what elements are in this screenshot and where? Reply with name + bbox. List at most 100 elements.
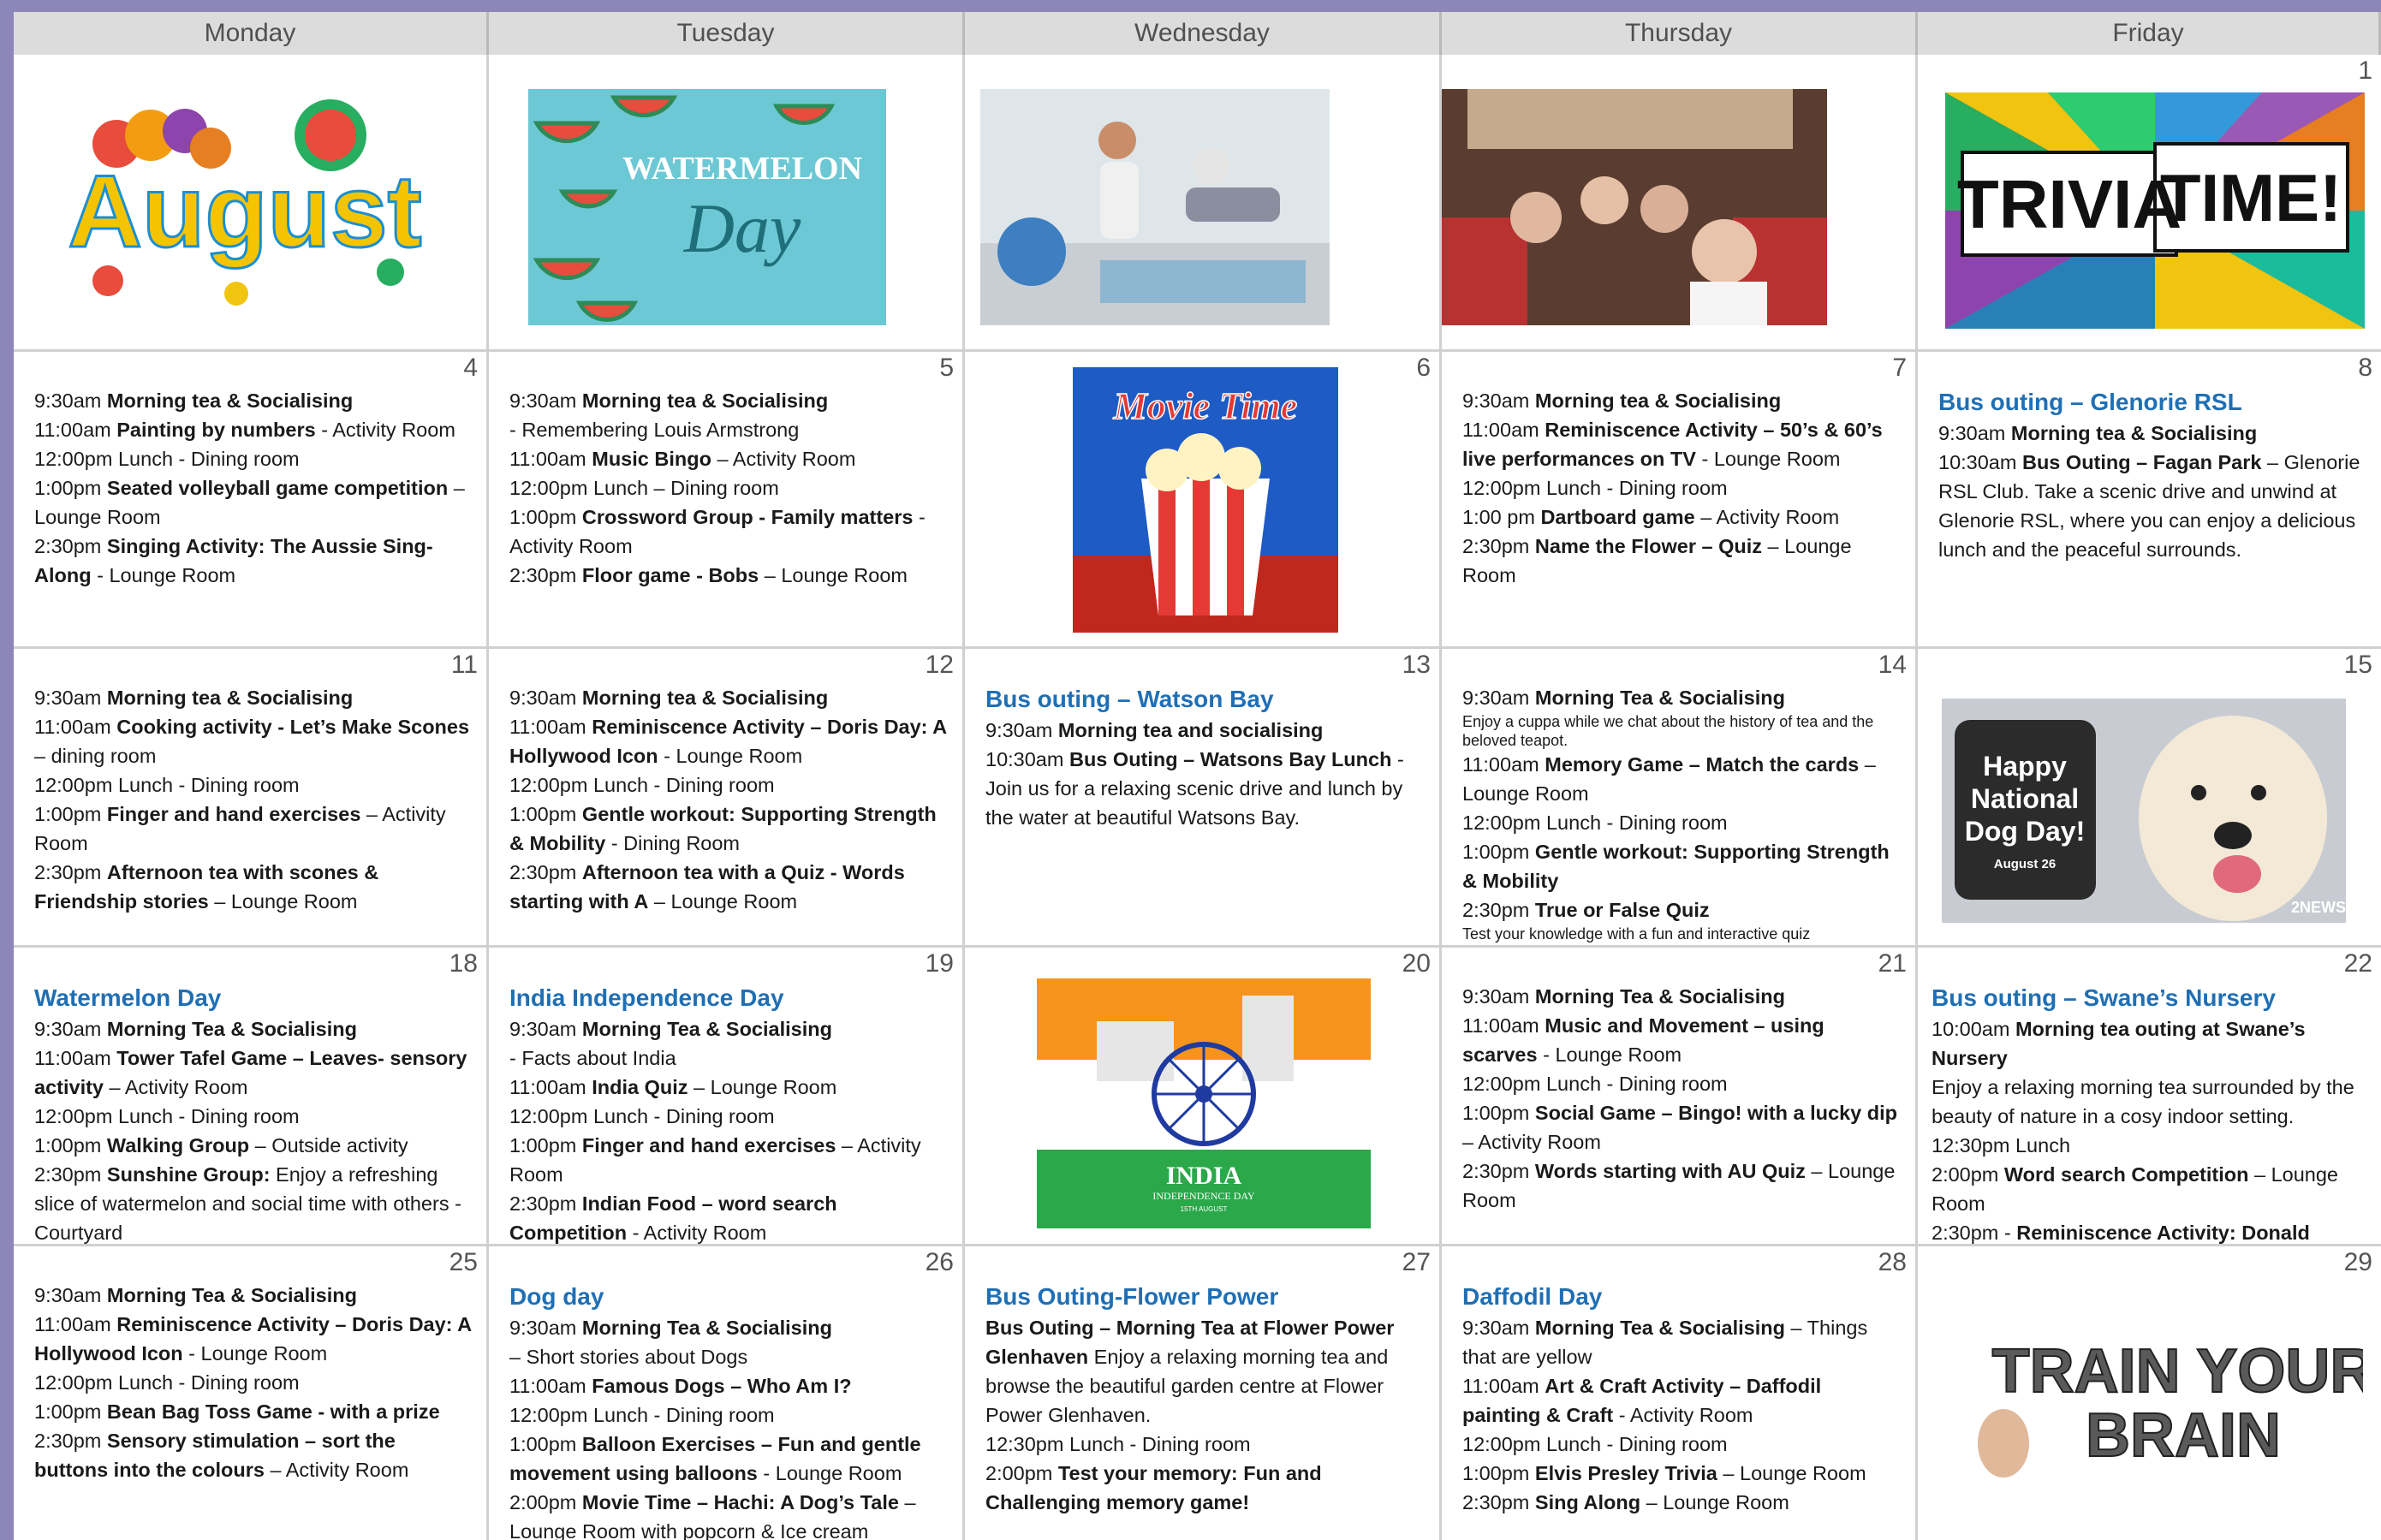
event-name: Morning tea & Socialising (581, 687, 829, 709)
cell-day-13: 13 Bus outing – Watson Bay 9:30am Morning… (965, 649, 1442, 948)
event-line: 1:00pm Gentle workout: Supporting Streng… (1462, 837, 1903, 895)
event-name: Social Game – Bingo! with a lucky dip (1534, 1102, 1898, 1124)
event-detail: 12:00pm Lunch - Dining room (34, 774, 300, 796)
dog-line1: Happy (1983, 751, 2067, 782)
events: India Independence Day 9:30am Morning Tea… (509, 982, 950, 1244)
event-title: Bus outing – Watson Bay (985, 686, 1274, 712)
event-line: 2:30pm Sunshine Group: Enjoy a refreshin… (34, 1160, 474, 1244)
cell-day-18: 18 Watermelon Day 9:30am Morning Tea & So… (14, 948, 489, 1246)
cell-day-27: 27 Bus Outing-Flower Power Bus Outing – M… (965, 1246, 1442, 1540)
event-line: 12:00pm Lunch - Dining room (509, 1400, 950, 1430)
event-line: 11:00am Painting by numbers - Activity R… (34, 415, 474, 444)
event-detail: 11:00am (1462, 1375, 1545, 1397)
event-title: India Independence Day (509, 984, 784, 1011)
event-name: Bus Outing – Watsons Bay Lunch (1068, 748, 1392, 770)
event-name: Movie Time – Hachi: A Dog’s Tale (581, 1491, 899, 1513)
event-detail: 1:00pm (34, 803, 107, 825)
event-line: 2:30pm Words starting with AU Quiz – Lou… (1462, 1156, 1903, 1215)
event-line: Bus Outing – Morning Tea at Flower Power… (985, 1313, 1427, 1430)
event-detail: 11:00am (1462, 753, 1545, 776)
event-name: Floor game - Bobs (581, 564, 759, 586)
event-detail: 11:00am (509, 1375, 592, 1397)
event-line: 1:00pm Seated volleyball game competitio… (34, 473, 474, 532)
event-title: Bus outing – Swane’s Nursery (1932, 984, 2276, 1011)
event-detail: – Lounge Room (688, 1076, 837, 1098)
event-title: Watermelon Day (34, 984, 222, 1011)
event-name: Morning tea & Socialising (2010, 422, 2258, 444)
event-detail: 2:30pm (509, 1192, 582, 1215)
event-name: Morning tea & Socialising (1534, 389, 1782, 412)
day-number: 18 (449, 949, 478, 978)
event-line: 11:00am Music Bingo – Activity Room (509, 444, 950, 473)
event-detail: 12:00pm Lunch – Dining room (509, 477, 779, 499)
bus-passengers-photo (1442, 89, 1827, 325)
event-detail: 9:30am (985, 719, 1058, 741)
event-note: Enjoy a cuppa while we chat about the hi… (1462, 713, 1874, 749)
header-tuesday: Tuesday (489, 12, 965, 55)
event-detail: - Lounge Room (182, 1342, 328, 1365)
event-line: 1:00pm Finger and hand exercises – Activ… (34, 800, 474, 858)
day-number: 5 (939, 354, 954, 382)
event-detail: 9:30am (509, 389, 582, 412)
event-line: 9:30am Morning Tea & Socialising (1462, 683, 1903, 712)
cell-day-7: 7 9:30am Morning tea & Socialising 11:00a… (1442, 352, 1918, 649)
event-detail: 2:30pm (1462, 1491, 1535, 1513)
cell-day-28: 28 Daffodil Day 9:30am Morning Tea & Soci… (1442, 1246, 1918, 1540)
day-number: 6 (1416, 354, 1431, 382)
event-detail: - Activity Room (1613, 1404, 1753, 1426)
event-detail: – dining room (34, 745, 157, 767)
cell-tuesday-week1: WATERMELON Day (489, 55, 965, 352)
event-name: Sing Along (1534, 1491, 1641, 1513)
events: 9:30am Morning Tea & Socialising 11:00am … (1462, 982, 1903, 1215)
event-name: Morning Tea & Socialising (1534, 985, 1785, 1008)
event-title: Daffodil Day (1462, 1283, 1603, 1310)
dog-date: August 26 (1994, 857, 2057, 871)
event-detail: 2:30pm (1462, 535, 1535, 557)
event-detail: - Remembering Louis Armstrong (509, 419, 800, 441)
day-number: 20 (1402, 949, 1431, 978)
watermelon-day-image: WATERMELON Day (528, 89, 886, 325)
left-edge (0, 12, 14, 1540)
events: Bus outing – Watson Bay 9:30am Morning te… (985, 683, 1427, 832)
cell-day-12: 12 9:30am Morning tea & Socialising 11:00… (489, 649, 965, 948)
event-detail: 12:00pm Lunch - Dining room (509, 774, 775, 796)
day-number: 28 (1878, 1248, 1907, 1276)
event-line: 9:30am Morning tea & Socialising (509, 386, 950, 415)
event-detail: 2:00pm (1932, 1163, 2004, 1186)
event-line: 11:00am Cooking activity - Let’s Make Sc… (34, 712, 474, 770)
event-detail: 10:30am (985, 748, 1069, 770)
event-line: 12:00pm Lunch - Dining room (34, 1368, 474, 1397)
watermelon-line2: Day (683, 189, 801, 267)
day-number: 26 (925, 1248, 954, 1276)
event-detail: – Lounge Room (648, 890, 798, 913)
event-line: 12:30pm Lunch (1932, 1131, 2369, 1160)
event-detail: - Lounge Room (658, 745, 803, 767)
calendar: Monday Tuesday Wednesday Thursday Friday… (0, 12, 2381, 1540)
event-detail: 10:30am (1938, 451, 2022, 473)
day-number: 15 (2343, 651, 2372, 679)
event-line: 9:30am Morning tea & Socialising (34, 386, 474, 415)
cell-day-5: 5 9:30am Morning tea & Socialising - Reme… (489, 352, 965, 649)
event-detail: 2:30pm (509, 564, 582, 586)
event-line: Enjoy a relaxing morning tea surrounded … (1932, 1073, 2369, 1131)
event-detail: 12:00pm Lunch - Dining room (34, 1371, 300, 1394)
event-line: Test your knowledge with a fun and inter… (1462, 925, 1903, 943)
cell-day-26: 26 Dog day 9:30am Morning Tea & Socialisi… (489, 1246, 965, 1540)
india-independence-image: INDIA INDEPENDENCE DAY 15TH AUGUST (1037, 978, 1371, 1228)
event-detail: – Activity Room (104, 1076, 248, 1098)
event-detail: 1:00pm (34, 1134, 107, 1156)
event-name: Morning Tea & Socialising (106, 1284, 357, 1306)
event-detail: 9:30am (1462, 389, 1535, 412)
cell-day-6: 6 Movie Time (965, 352, 1442, 649)
train-your-brain-image: TRAIN YOUR BRAIN (1969, 1332, 2363, 1478)
event-line: - Remembering Louis Armstrong (509, 415, 950, 444)
cell-day-14: 14 9:30am Morning Tea & Socialising Enjoy… (1442, 649, 1918, 948)
events: Daffodil Day 9:30am Morning Tea & Sociali… (1462, 1281, 1903, 1517)
event-line: 11:00am Art & Craft Activity – Daffodil … (1462, 1371, 1903, 1430)
event-detail: - Activity Room (315, 419, 455, 441)
event-line: 9:30am Morning Tea & Socialising (509, 1014, 950, 1044)
event-detail: 1:00pm (509, 506, 582, 528)
event-detail: 12:00pm Lunch - Dining room (509, 1404, 775, 1426)
cell-day-8: 8 Bus outing – Glenorie RSL 9:30am Mornin… (1918, 352, 2381, 649)
day-number: 27 (1402, 1248, 1431, 1276)
